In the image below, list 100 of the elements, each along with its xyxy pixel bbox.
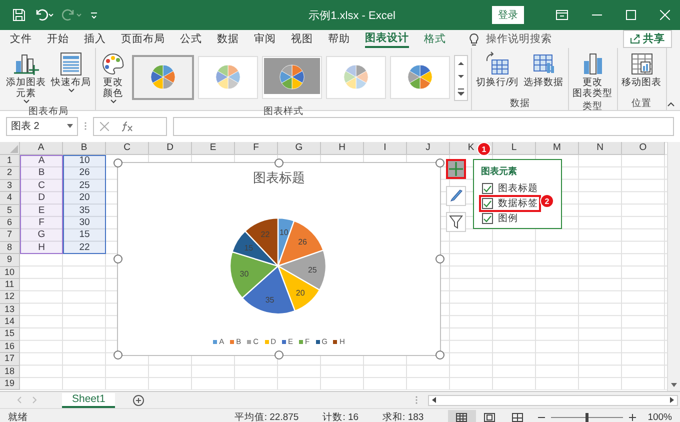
- ribbon-button[interactable]: 更改 图表类型: [572, 50, 614, 100]
- resize-handle[interactable]: [114, 350, 122, 360]
- ribbon-button[interactable]: 切换行/列: [475, 50, 520, 97]
- ribbon-tab[interactable]: 格式: [424, 30, 446, 48]
- ribbon-tab[interactable]: 页面布局: [121, 30, 165, 48]
- formula-field[interactable]: [173, 116, 674, 136]
- ribbon-tab[interactable]: 插入: [84, 30, 106, 48]
- column-header[interactable]: M: [536, 142, 579, 155]
- share-button[interactable]: 共享: [623, 30, 672, 48]
- row-header[interactable]: 11: [0, 278, 20, 292]
- data-label: 22: [260, 230, 270, 239]
- customize-icon[interactable]: [90, 10, 98, 20]
- row-header[interactable]: 16: [0, 340, 20, 354]
- horizontal-scrollbar[interactable]: [428, 394, 678, 406]
- resize-handle[interactable]: [436, 254, 444, 264]
- row-header[interactable]: 4: [0, 192, 20, 205]
- row-header[interactable]: 1: [0, 155, 20, 168]
- ribbon-button[interactable]: 添加图表 元素: [5, 50, 47, 105]
- ribbon-button[interactable]: 移动图表: [620, 50, 663, 97]
- checkbox-item[interactable]: 数据标签: [481, 197, 539, 210]
- row-header[interactable]: 10: [0, 266, 20, 279]
- scroll-up-icon[interactable]: [457, 60, 465, 66]
- name-box[interactable]: 图表 2: [6, 116, 78, 136]
- column-header[interactable]: N: [579, 142, 622, 155]
- column-header[interactable]: E: [192, 142, 235, 155]
- row-header[interactable]: 14: [0, 316, 20, 328]
- zoom-slider[interactable]: [550, 412, 623, 422]
- column-header[interactable]: D: [149, 142, 192, 155]
- checkbox-item[interactable]: 图表标题: [481, 182, 539, 195]
- column-header[interactable]: C: [106, 142, 149, 155]
- chart-filters-button[interactable]: [446, 212, 466, 232]
- undo-icon[interactable]: [34, 8, 54, 22]
- count-readout: 计数: 16: [322, 411, 359, 422]
- resize-handle[interactable]: [114, 254, 122, 264]
- add-sheet-icon[interactable]: [133, 394, 144, 406]
- row-header[interactable]: 12: [0, 291, 20, 304]
- sign-in-button[interactable]: 登录: [492, 6, 524, 24]
- row-header[interactable]: 3: [0, 180, 20, 192]
- column-header[interactable]: A: [20, 142, 63, 155]
- save-icon[interactable]: [12, 8, 26, 22]
- resize-handle[interactable]: [274, 350, 284, 360]
- row-header[interactable]: 6: [0, 216, 20, 230]
- scroll-down-icon[interactable]: [457, 74, 465, 80]
- more-styles-icon[interactable]: [457, 88, 465, 96]
- ribbon-display-icon[interactable]: [556, 10, 568, 20]
- normal-view-button[interactable]: [448, 410, 476, 422]
- ribbon-button[interactable]: 选择数据: [522, 50, 565, 97]
- table-cell-text: E: [37, 204, 46, 217]
- resize-handle[interactable]: [436, 158, 444, 168]
- maximize-icon[interactable]: [626, 10, 636, 20]
- column-header[interactable]: O: [622, 142, 665, 155]
- column-header[interactable]: F: [235, 142, 278, 155]
- column-header[interactable]: G: [278, 142, 321, 155]
- ribbon-tab[interactable]: 文件: [10, 30, 32, 48]
- row-header[interactable]: 7: [0, 229, 20, 242]
- scroll-left-icon[interactable]: [431, 396, 437, 404]
- collapse-ribbon-icon[interactable]: [667, 102, 675, 107]
- chart-style-thumbnail[interactable]: [132, 55, 194, 100]
- chart-styles-button[interactable]: [446, 186, 466, 206]
- close-icon[interactable]: [660, 10, 670, 20]
- zoom-level[interactable]: 100%: [648, 412, 672, 422]
- resize-handle[interactable]: [114, 158, 122, 168]
- scroll-down-icon[interactable]: [670, 382, 678, 388]
- ribbon-tab[interactable]: 帮助: [328, 30, 350, 48]
- ribbon-tab[interactable]: 开始: [47, 30, 69, 48]
- window-title: 示例1.xlsx - Excel: [308, 8, 396, 22]
- row-header[interactable]: 15: [0, 328, 20, 341]
- zoom-in-icon[interactable]: [628, 414, 636, 421]
- row-header[interactable]: 9: [0, 254, 20, 267]
- column-header[interactable]: H: [321, 142, 364, 155]
- group-label: 类型: [582, 100, 604, 113]
- resize-handle[interactable]: [436, 350, 444, 360]
- column-header[interactable]: J: [407, 142, 450, 155]
- row-header[interactable]: 17: [0, 353, 20, 366]
- ribbon-tab[interactable]: 视图: [291, 30, 313, 48]
- zoom-out-icon[interactable]: [538, 414, 545, 421]
- row-header[interactable]: 19: [0, 378, 20, 390]
- row-header[interactable]: 2: [0, 167, 20, 180]
- row-header[interactable]: 8: [0, 242, 20, 254]
- column-header[interactable]: B: [63, 142, 106, 155]
- row-header[interactable]: 5: [0, 204, 20, 217]
- column-header[interactable]: L: [493, 142, 536, 155]
- share-icon: [630, 34, 640, 44]
- ribbon-tab[interactable]: 公式: [180, 30, 202, 48]
- resize-handle[interactable]: [274, 158, 284, 168]
- tell-me-field[interactable]: 操作说明搜索: [486, 32, 552, 46]
- popup-title: 图表元素: [481, 165, 518, 178]
- table-cell-text: 35: [78, 204, 91, 217]
- sheet-tab[interactable]: Sheet1: [62, 392, 116, 408]
- row-header[interactable]: 18: [0, 366, 20, 378]
- checkbox-item[interactable]: 图例: [481, 212, 519, 225]
- ribbon-tab[interactable]: 数据: [217, 30, 239, 48]
- ribbon-tab[interactable]: 审阅: [254, 30, 276, 48]
- scroll-right-icon[interactable]: [669, 396, 675, 404]
- insert-function-icon[interactable]: [121, 120, 133, 132]
- ribbon-button[interactable]: 快速布局: [50, 50, 92, 105]
- column-header[interactable]: I: [364, 142, 407, 155]
- palette-icon: [100, 51, 126, 77]
- ribbon-button[interactable]: 更改 颜色: [99, 50, 127, 105]
- row-header[interactable]: 13: [0, 304, 20, 316]
